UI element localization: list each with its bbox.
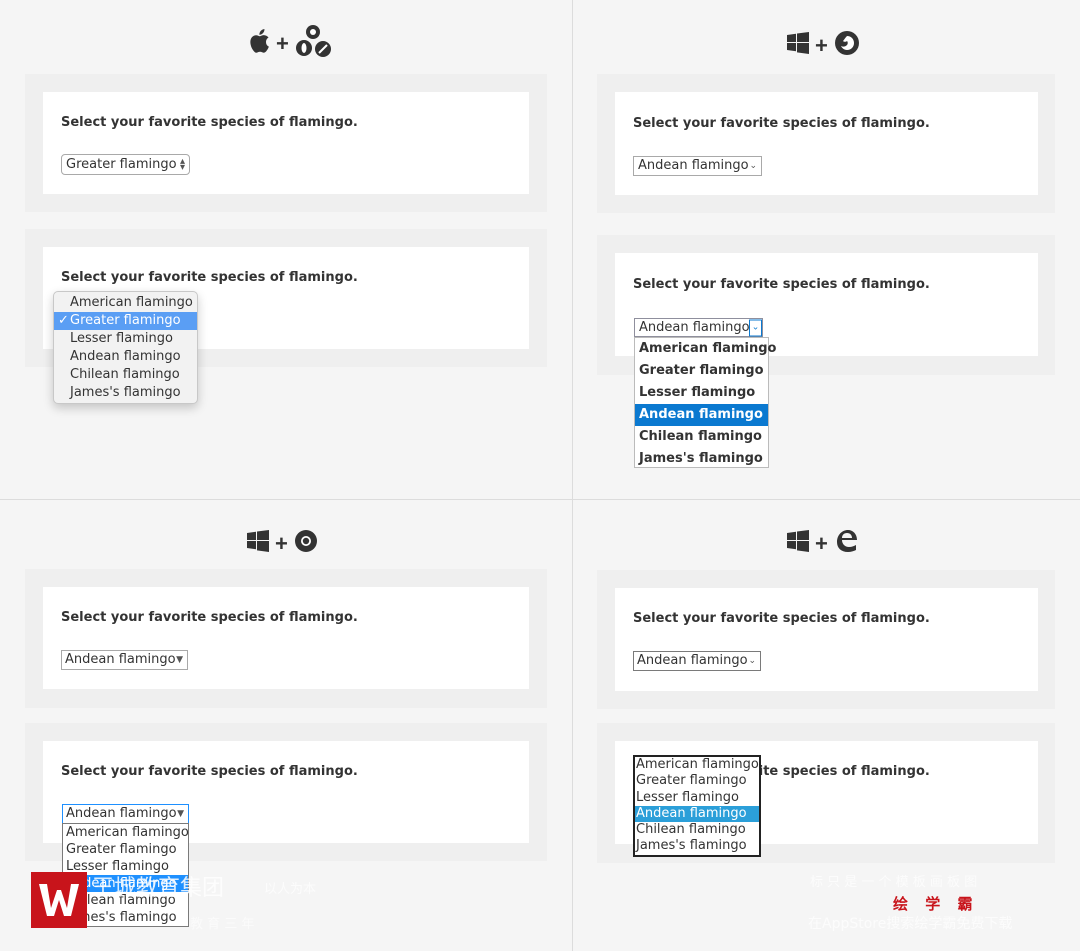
q3-select-open[interactable]: Andean flamingo ▼ bbox=[62, 804, 189, 824]
watermark-tag2: 教 育 三 年 bbox=[190, 917, 255, 932]
list-item[interactable]: American flamingo bbox=[635, 338, 776, 360]
chrome-safari-opera-icon bbox=[295, 24, 333, 64]
list-item[interactable]: Lesser flamingo bbox=[54, 330, 197, 348]
q2-select-closed[interactable]: Andean flamingo ⌄ bbox=[633, 156, 762, 176]
q2-card-closed: Select your favorite species of flamingo… bbox=[597, 74, 1055, 213]
q2-select-open-value: Andean flamingo bbox=[639, 320, 750, 335]
firefox-icon bbox=[834, 30, 860, 62]
list-item[interactable]: Andean flamingo bbox=[54, 348, 197, 366]
updown-arrow-icon: ▴ ▾ bbox=[179, 155, 185, 173]
divider-vertical bbox=[572, 0, 573, 951]
plus-sign: + bbox=[815, 33, 828, 58]
list-item[interactable]: Lesser flamingo bbox=[635, 382, 768, 404]
list-item-selected[interactable]: Andean flamingo bbox=[635, 805, 759, 823]
q4-card-closed-inner: Select your favorite species of flamingo… bbox=[615, 588, 1038, 691]
list-item[interactable]: James's flamingo bbox=[635, 448, 768, 470]
q2-label-open: Select your favorite species of flamingo… bbox=[633, 277, 930, 292]
list-item-selected[interactable]: Andean flamingo bbox=[635, 404, 768, 426]
q2-select-open[interactable]: Andean flamingo ⌄ bbox=[634, 318, 763, 337]
triangle-down-icon: ▼ bbox=[176, 655, 183, 665]
q1-select-closed[interactable]: Greater flamingo ▴ ▾ bbox=[61, 154, 190, 175]
list-item[interactable]: Greater flamingo bbox=[635, 773, 759, 789]
list-item[interactable]: James's flamingo bbox=[635, 838, 759, 854]
chrome-icon bbox=[294, 529, 318, 559]
windows-icon bbox=[787, 32, 809, 60]
q3-header: + bbox=[247, 529, 318, 559]
list-item[interactable]: James's flamingo bbox=[54, 384, 197, 402]
q4-label: Select your favorite species of flamingo… bbox=[633, 611, 930, 626]
divider-horizontal bbox=[0, 499, 1080, 500]
list-item[interactable]: American flamingo bbox=[54, 294, 197, 312]
list-item-selected[interactable]: ✓ Greater flamingo bbox=[54, 312, 197, 330]
q2-header: + bbox=[787, 30, 860, 62]
windows-icon bbox=[787, 530, 809, 558]
plus-sign: + bbox=[275, 531, 288, 556]
brand-logo bbox=[31, 872, 87, 928]
q4-select-closed[interactable]: Andean flamingo ⌄ bbox=[633, 651, 761, 671]
q2-card-closed-inner: Select your favorite species of flamingo… bbox=[615, 92, 1038, 195]
q4-header: + bbox=[787, 528, 858, 560]
q3-select-value: Andean flamingo bbox=[65, 652, 176, 667]
q1-label: Select your favorite species of flamingo… bbox=[61, 115, 358, 130]
q3-select-closed[interactable]: Andean flamingo ▼ bbox=[61, 650, 188, 670]
q1-label-open: Select your favorite species of flamingo… bbox=[61, 270, 358, 285]
q3-select-open-value: Andean flamingo bbox=[66, 806, 177, 821]
windows-icon bbox=[247, 530, 269, 558]
list-item[interactable]: Greater flamingo bbox=[63, 841, 188, 858]
q3-label-open: Select your favorite species of flamingo… bbox=[61, 764, 358, 779]
q4-select-value: Andean flamingo bbox=[637, 653, 748, 668]
q1-select-value: Greater flamingo bbox=[66, 157, 177, 172]
watermark-brand: 王城教育集团 bbox=[92, 876, 225, 901]
q2-select-value: Andean flamingo bbox=[638, 158, 749, 173]
chevron-down-icon: ⌄ bbox=[749, 161, 757, 171]
q1-dropdown-list: American flamingo ✓ Greater flamingo Less… bbox=[53, 291, 198, 404]
list-item[interactable]: Chilean flamingo bbox=[635, 426, 768, 448]
plus-sign: + bbox=[276, 31, 289, 56]
checkmark-icon: ✓ bbox=[58, 313, 69, 328]
q1-header: + bbox=[248, 24, 333, 64]
chevron-down-icon: ⌄ bbox=[748, 656, 756, 666]
q4-card-closed: Select your favorite species of flamingo… bbox=[597, 570, 1055, 709]
plus-sign: + bbox=[815, 531, 828, 556]
edge-icon bbox=[834, 528, 858, 560]
list-item[interactable]: Chilean flamingo bbox=[54, 366, 197, 384]
watermark-tag1: 以人为本 bbox=[264, 882, 317, 897]
q3-label: Select your favorite species of flamingo… bbox=[61, 610, 358, 625]
list-item[interactable]: American flamingo bbox=[635, 757, 759, 773]
apple-icon bbox=[248, 28, 270, 60]
watermark-red-title: 绘 学 霸 bbox=[893, 895, 979, 913]
watermark-right-line1: 标 只 是 一 个 模 板 画 板 图 bbox=[810, 875, 978, 890]
list-item[interactable]: Greater flamingo bbox=[635, 360, 768, 382]
q3-card-closed-inner: Select your favorite species of flamingo… bbox=[43, 587, 529, 689]
watermark-right-line2: 在AppStore搜索绘学霸免费下载 bbox=[808, 916, 1013, 932]
q1-card-closed-inner: Select your favorite species of flamingo… bbox=[43, 92, 529, 194]
q1-card-closed: Select your favorite species of flamingo… bbox=[25, 74, 547, 212]
triangle-down-icon: ▼ bbox=[177, 809, 184, 819]
q3-card-closed: Select your favorite species of flamingo… bbox=[25, 569, 547, 708]
chevron-down-icon[interactable]: ⌄ bbox=[749, 319, 762, 336]
q2-dropdown-list: American flamingo Greater flamingo Lesse… bbox=[634, 337, 776, 470]
list-item[interactable]: Lesser flamingo bbox=[635, 790, 759, 806]
q2-label: Select your favorite species of flamingo… bbox=[633, 116, 930, 131]
list-item[interactable]: American flamingo bbox=[63, 824, 189, 841]
list-item[interactable]: Chilean flamingo bbox=[635, 822, 759, 838]
q4-dropdown-list: American flamingo Greater flamingo Lesse… bbox=[633, 755, 761, 857]
